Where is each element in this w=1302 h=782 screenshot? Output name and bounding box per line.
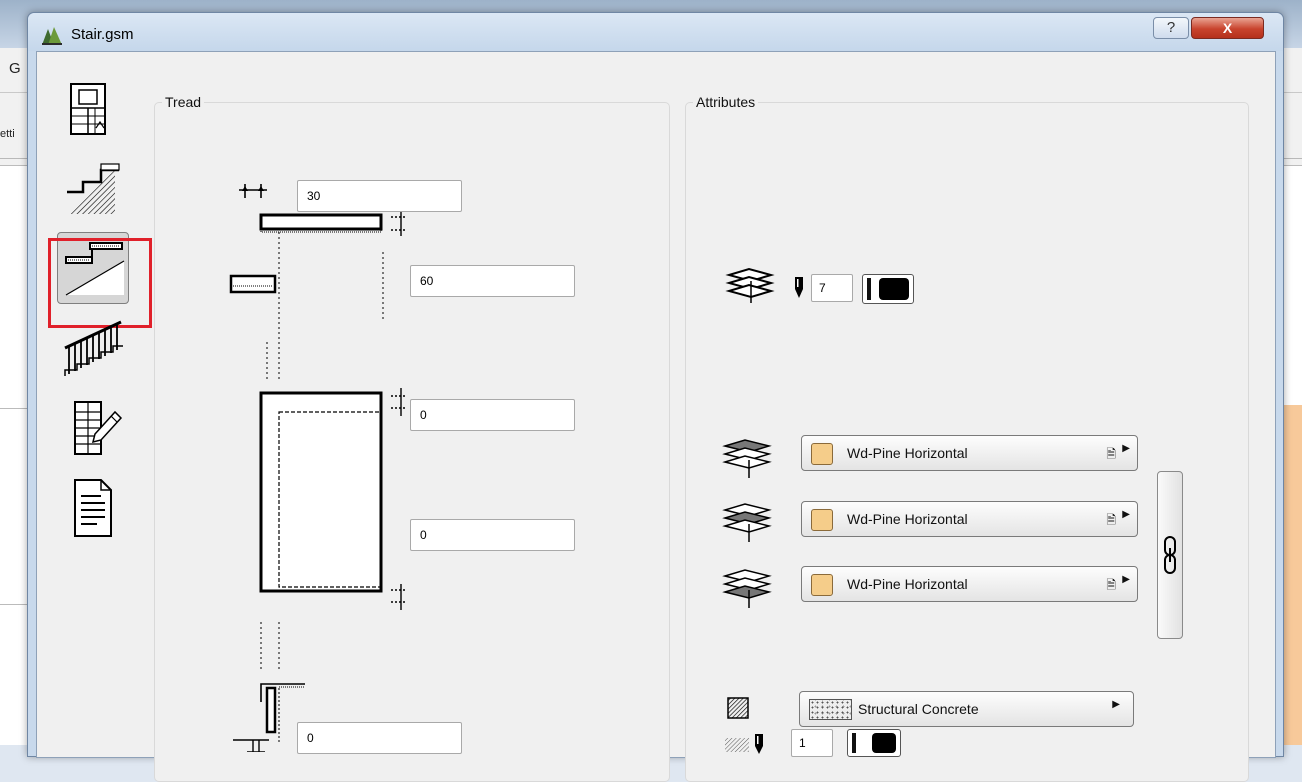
tread-group-title: Tread: [162, 94, 205, 110]
line-weight-bar: [852, 733, 856, 753]
chain-link-icon: [1164, 536, 1176, 574]
tread-back-offset-field[interactable]: 0: [410, 519, 575, 551]
window-title: Stair.gsm: [71, 26, 134, 43]
material-swatch: [811, 574, 833, 596]
sidebar-item-railing[interactable]: [57, 314, 129, 386]
tread-side-surface-icon: [722, 503, 772, 542]
railing-icon: [64, 320, 123, 376]
chevron-right-icon: ▶: [1112, 699, 1120, 710]
line-sample-swatch: [879, 278, 909, 300]
background-divider: [0, 604, 28, 605]
concrete-fill-swatch: [809, 699, 852, 720]
link-materials-button[interactable]: [1157, 471, 1183, 639]
stair-contour-icon: [725, 267, 775, 303]
contour-line-type-button[interactable]: [862, 274, 914, 304]
material-label: Wd-Pine Horizontal: [847, 445, 968, 461]
top-material-button[interactable]: Wd-Pine Horizontal 🗎 ▶: [801, 435, 1138, 471]
tread-bottom-surface-icon: [722, 569, 772, 608]
help-button[interactable]: ?: [1153, 17, 1189, 39]
sidebar-item-plan-symbol[interactable]: [57, 392, 129, 464]
material-catalog-icon: 🗎: [1106, 513, 1116, 527]
line-sample-swatch: [872, 733, 896, 753]
tread-top-surface-icon: [722, 439, 772, 478]
sidebar-item-stair-structure[interactable]: [57, 152, 129, 224]
fill-type-button[interactable]: Structural Concrete ▶: [799, 691, 1134, 727]
fill-label: Structural Concrete: [858, 701, 979, 717]
background-toolbar-text: etti: [0, 128, 15, 140]
background-menu-letter: G: [9, 60, 21, 77]
riser-offset-field[interactable]: 0: [297, 722, 462, 754]
material-catalog-icon: 🗎: [1106, 578, 1116, 592]
tread-thickness-field[interactable]: 30: [297, 180, 462, 212]
fill-line-type-button[interactable]: [847, 729, 901, 757]
dialog-content: Tread 30 60 0 0 0 Attributes 7 Wd-Pine H…: [36, 51, 1276, 782]
material-swatch: [811, 509, 833, 531]
pen-icon: [795, 277, 803, 298]
tread-profile-diagram: [229, 184, 407, 752]
material-label: Wd-Pine Horizontal: [847, 576, 968, 592]
plan-edit-icon: [74, 401, 123, 455]
bottom-material-button[interactable]: Wd-Pine Horizontal 🗎 ▶: [801, 566, 1138, 602]
chevron-right-icon: ▶: [1122, 509, 1130, 520]
material-label: Wd-Pine Horizontal: [847, 511, 968, 527]
material-swatch: [811, 443, 833, 465]
app-icon: [42, 27, 62, 45]
title-bar[interactable]: Stair.gsm ? X: [28, 13, 1283, 51]
line-weight-bar: [867, 278, 871, 300]
background-divider: [0, 408, 28, 409]
material-catalog-icon: 🗎: [1106, 447, 1116, 461]
tread-nosing-field[interactable]: 60: [410, 265, 575, 297]
sidebar-item-listing[interactable]: [57, 472, 129, 544]
chevron-right-icon: ▶: [1122, 574, 1130, 585]
sidebar-item-plan-view[interactable]: [57, 74, 129, 146]
stair-settings-dialog: Stair.gsm ? X Tread 30 60 0 0 0 Attribut…: [27, 12, 1284, 782]
fill-pen-field[interactable]: 1: [791, 729, 833, 757]
side-material-button[interactable]: Wd-Pine Horizontal 🗎 ▶: [801, 501, 1138, 537]
attributes-group-title: Attributes: [693, 94, 759, 110]
stair-structure-icon: [67, 163, 120, 214]
fill-hatch-icon: [727, 697, 749, 719]
background-right-panel: [1281, 405, 1302, 745]
document-icon: [74, 479, 112, 537]
tread-front-offset-field[interactable]: 0: [410, 399, 575, 431]
stair-plan-icon: [70, 83, 106, 135]
fill-pen-icon: [725, 734, 763, 754]
chevron-right-icon: ▶: [1122, 443, 1130, 454]
close-button[interactable]: X: [1191, 17, 1264, 39]
contour-pen-field[interactable]: 7: [811, 274, 853, 302]
